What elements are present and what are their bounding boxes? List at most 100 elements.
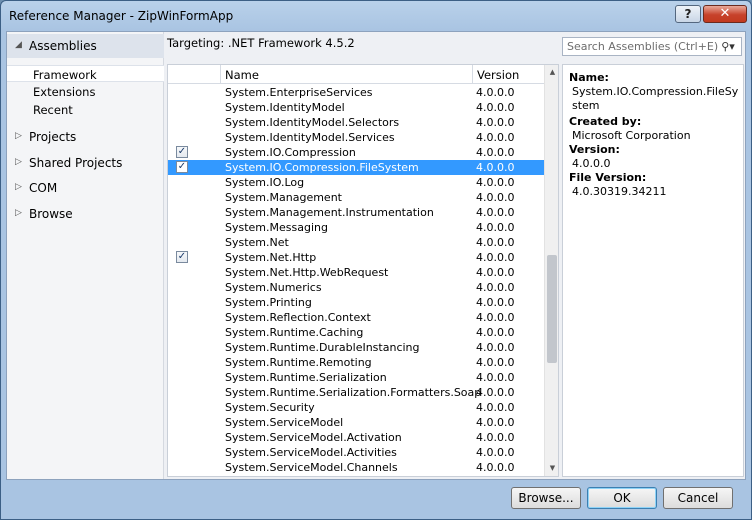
row-version: 4.0.0.0 <box>476 416 515 429</box>
nav-section-label: Shared Projects <box>29 155 123 170</box>
table-row[interactable]: System.Security 4.0.0.0 <box>168 400 544 415</box>
table-row[interactable]: System.Management.Instrumentation 4.0.0.0 <box>168 205 544 220</box>
nav-section-label: Projects <box>29 130 77 144</box>
row-name: System.Runtime.Serialization <box>225 371 387 384</box>
left-nav: ◢ Assemblies Framework Extensions Recent ▷… <box>7 32 164 479</box>
header-name[interactable]: Name <box>221 65 473 84</box>
row-name: System.IO.Log <box>225 176 305 189</box>
row-version: 4.0.0.0 <box>476 101 515 114</box>
table-row[interactable]: System.Net 4.0.0.0 <box>168 235 544 250</box>
row-name: System.Runtime.Serialization.Formatters.… <box>225 386 482 399</box>
row-version: 4.0.0.0 <box>476 281 515 294</box>
table-row[interactable]: System.Printing 4.0.0.0 <box>168 295 544 310</box>
expanded-arrow-icon: ◢ <box>15 40 22 50</box>
row-version: 4.0.0.0 <box>476 251 515 264</box>
table-row[interactable]: System.EnterpriseServices 4.0.0.0 <box>168 85 544 100</box>
details-file-version-label: File Version: <box>569 171 647 184</box>
row-name: System.Net <box>225 236 289 249</box>
help-button[interactable]: ? <box>675 5 701 23</box>
table-row[interactable]: System.Runtime.Caching 4.0.0.0 <box>168 325 544 340</box>
details-version-label: Version: <box>569 143 620 156</box>
row-name: System.ServiceModel <box>225 416 344 429</box>
row-name: System.Numerics <box>225 281 322 294</box>
nav-sub-item-framework[interactable]: Framework <box>7 65 164 82</box>
table-row[interactable]: System.ServiceModel.Channels 4.0.0.0 <box>168 460 544 475</box>
title-bar[interactable]: Reference Manager - ZipWinFormApp ? ✕ <box>1 1 751 31</box>
table-row[interactable]: System.Numerics 4.0.0.0 <box>168 280 544 295</box>
nav-sub-item-label: Extensions <box>33 85 96 99</box>
close-button[interactable]: ✕ <box>703 5 747 23</box>
nav-section-shared-projects[interactable]: ▷ Shared Projects <box>7 151 164 175</box>
row-version: 4.0.0.0 <box>476 86 515 99</box>
collapsed-arrow-icon: ▷ <box>15 131 22 141</box>
row-version: 4.0.0.0 <box>476 161 515 174</box>
ok-button[interactable]: OK <box>587 487 657 509</box>
row-checkbox[interactable]: ✓ <box>176 251 188 263</box>
search-box[interactable]: Search Assemblies (Ctrl+E) ⚲▾ <box>562 37 742 56</box>
nav-section-browse[interactable]: ▷ Browse <box>7 202 164 226</box>
row-version: 4.0.0.0 <box>476 311 515 324</box>
window-title: Reference Manager - ZipWinFormApp <box>9 9 234 23</box>
scroll-down-icon[interactable]: ▼ <box>545 461 558 476</box>
table-row[interactable]: System.Net.Http.WebRequest 4.0.0.0 <box>168 265 544 280</box>
row-version: 4.0.0.0 <box>476 116 515 129</box>
row-version: 4.0.0.0 <box>476 326 515 339</box>
details-file-version-value: 4.0.30319.34211 <box>572 185 667 198</box>
row-name: System.ServiceModel.Activities <box>225 446 397 459</box>
table-row[interactable]: ✓ System.Net.Http 4.0.0.0 <box>168 250 544 265</box>
scroll-thumb[interactable] <box>547 255 557 363</box>
row-name: System.IdentityModel <box>225 101 345 114</box>
nav-section-com[interactable]: ▷ COM <box>7 176 164 200</box>
table-row[interactable]: System.Runtime.Remoting 4.0.0.0 <box>168 355 544 370</box>
assembly-list[interactable]: Name Version System.EnterpriseServices 4.… <box>167 64 559 477</box>
table-row[interactable]: System.Messaging 4.0.0.0 <box>168 220 544 235</box>
scroll-up-icon[interactable]: ▲ <box>545 65 558 80</box>
row-name: System.Runtime.DurableInstancing <box>225 341 420 354</box>
table-row[interactable]: System.IdentityModel 4.0.0.0 <box>168 100 544 115</box>
vertical-scrollbar[interactable]: ▲ ▼ <box>544 65 558 476</box>
nav-section-projects[interactable]: ▷ Projects <box>7 125 164 149</box>
nav-section-label: Browse <box>29 206 73 221</box>
row-name: System.Reflection.Context <box>225 311 371 324</box>
table-row[interactable]: System.ServiceModel.Activation 4.0.0.0 <box>168 430 544 445</box>
row-version: 4.0.0.0 <box>476 221 515 234</box>
collapsed-arrow-icon: ▷ <box>15 207 22 218</box>
row-version: 4.0.0.0 <box>476 461 515 474</box>
table-row[interactable]: ✓ System.IO.Compression 4.0.0.0 <box>168 145 544 160</box>
table-row[interactable]: System.IO.Log 4.0.0.0 <box>168 175 544 190</box>
row-version: 4.0.0.0 <box>476 146 515 159</box>
row-version: 4.0.0.0 <box>476 296 515 309</box>
table-row[interactable]: System.Runtime.Serialization 4.0.0.0 <box>168 370 544 385</box>
table-row[interactable]: System.Runtime.Serialization.Formatters.… <box>168 385 544 400</box>
row-name: System.Net.Http.WebRequest <box>225 266 389 279</box>
nav-assemblies[interactable]: ◢ Assemblies <box>7 34 164 58</box>
table-row[interactable]: System.ServiceModel 4.0.0.0 <box>168 415 544 430</box>
search-icon[interactable]: ⚲▾ <box>715 38 741 55</box>
table-row[interactable]: ✓ System.IO.Compression.FileSystem 4.0.0.0 <box>168 160 544 175</box>
cancel-button[interactable]: Cancel <box>663 487 733 509</box>
table-row[interactable]: System.Runtime.DurableInstancing 4.0.0.0 <box>168 340 544 355</box>
header-version[interactable]: Version <box>473 65 544 84</box>
row-name: System.Runtime.Caching <box>225 326 364 339</box>
nav-sub-item-recent[interactable]: Recent <box>7 101 164 118</box>
row-name: System.IdentityModel.Selectors <box>225 116 400 129</box>
row-name: System.IO.Compression <box>225 146 356 159</box>
table-row[interactable]: System.ServiceModel.Activities 4.0.0.0 <box>168 445 544 460</box>
table-row[interactable]: System.IdentityModel.Services 4.0.0.0 <box>168 130 544 145</box>
nav-sub-item-extensions[interactable]: Extensions <box>7 83 164 100</box>
browse-button[interactable]: Browse... <box>511 487 581 509</box>
collapsed-arrow-icon: ▷ <box>15 182 22 192</box>
row-name: System.IdentityModel.Services <box>225 131 395 144</box>
row-name: System.Security <box>225 401 315 414</box>
search-placeholder: Search Assemblies (Ctrl+E) <box>567 40 719 53</box>
table-row[interactable]: System.Reflection.Context 4.0.0.0 <box>168 310 544 325</box>
row-version: 4.0.0.0 <box>476 371 515 384</box>
row-checkbox[interactable]: ✓ <box>176 161 188 173</box>
row-version: 4.0.0.0 <box>476 206 515 219</box>
table-row[interactable]: System.IdentityModel.Selectors 4.0.0.0 <box>168 115 544 130</box>
row-checkbox[interactable]: ✓ <box>176 146 188 158</box>
row-version: 4.0.0.0 <box>476 236 515 249</box>
table-row[interactable]: System.Management 4.0.0.0 <box>168 190 544 205</box>
row-name: System.ServiceModel.Activation <box>225 431 402 444</box>
row-name: System.EnterpriseServices <box>225 86 373 99</box>
